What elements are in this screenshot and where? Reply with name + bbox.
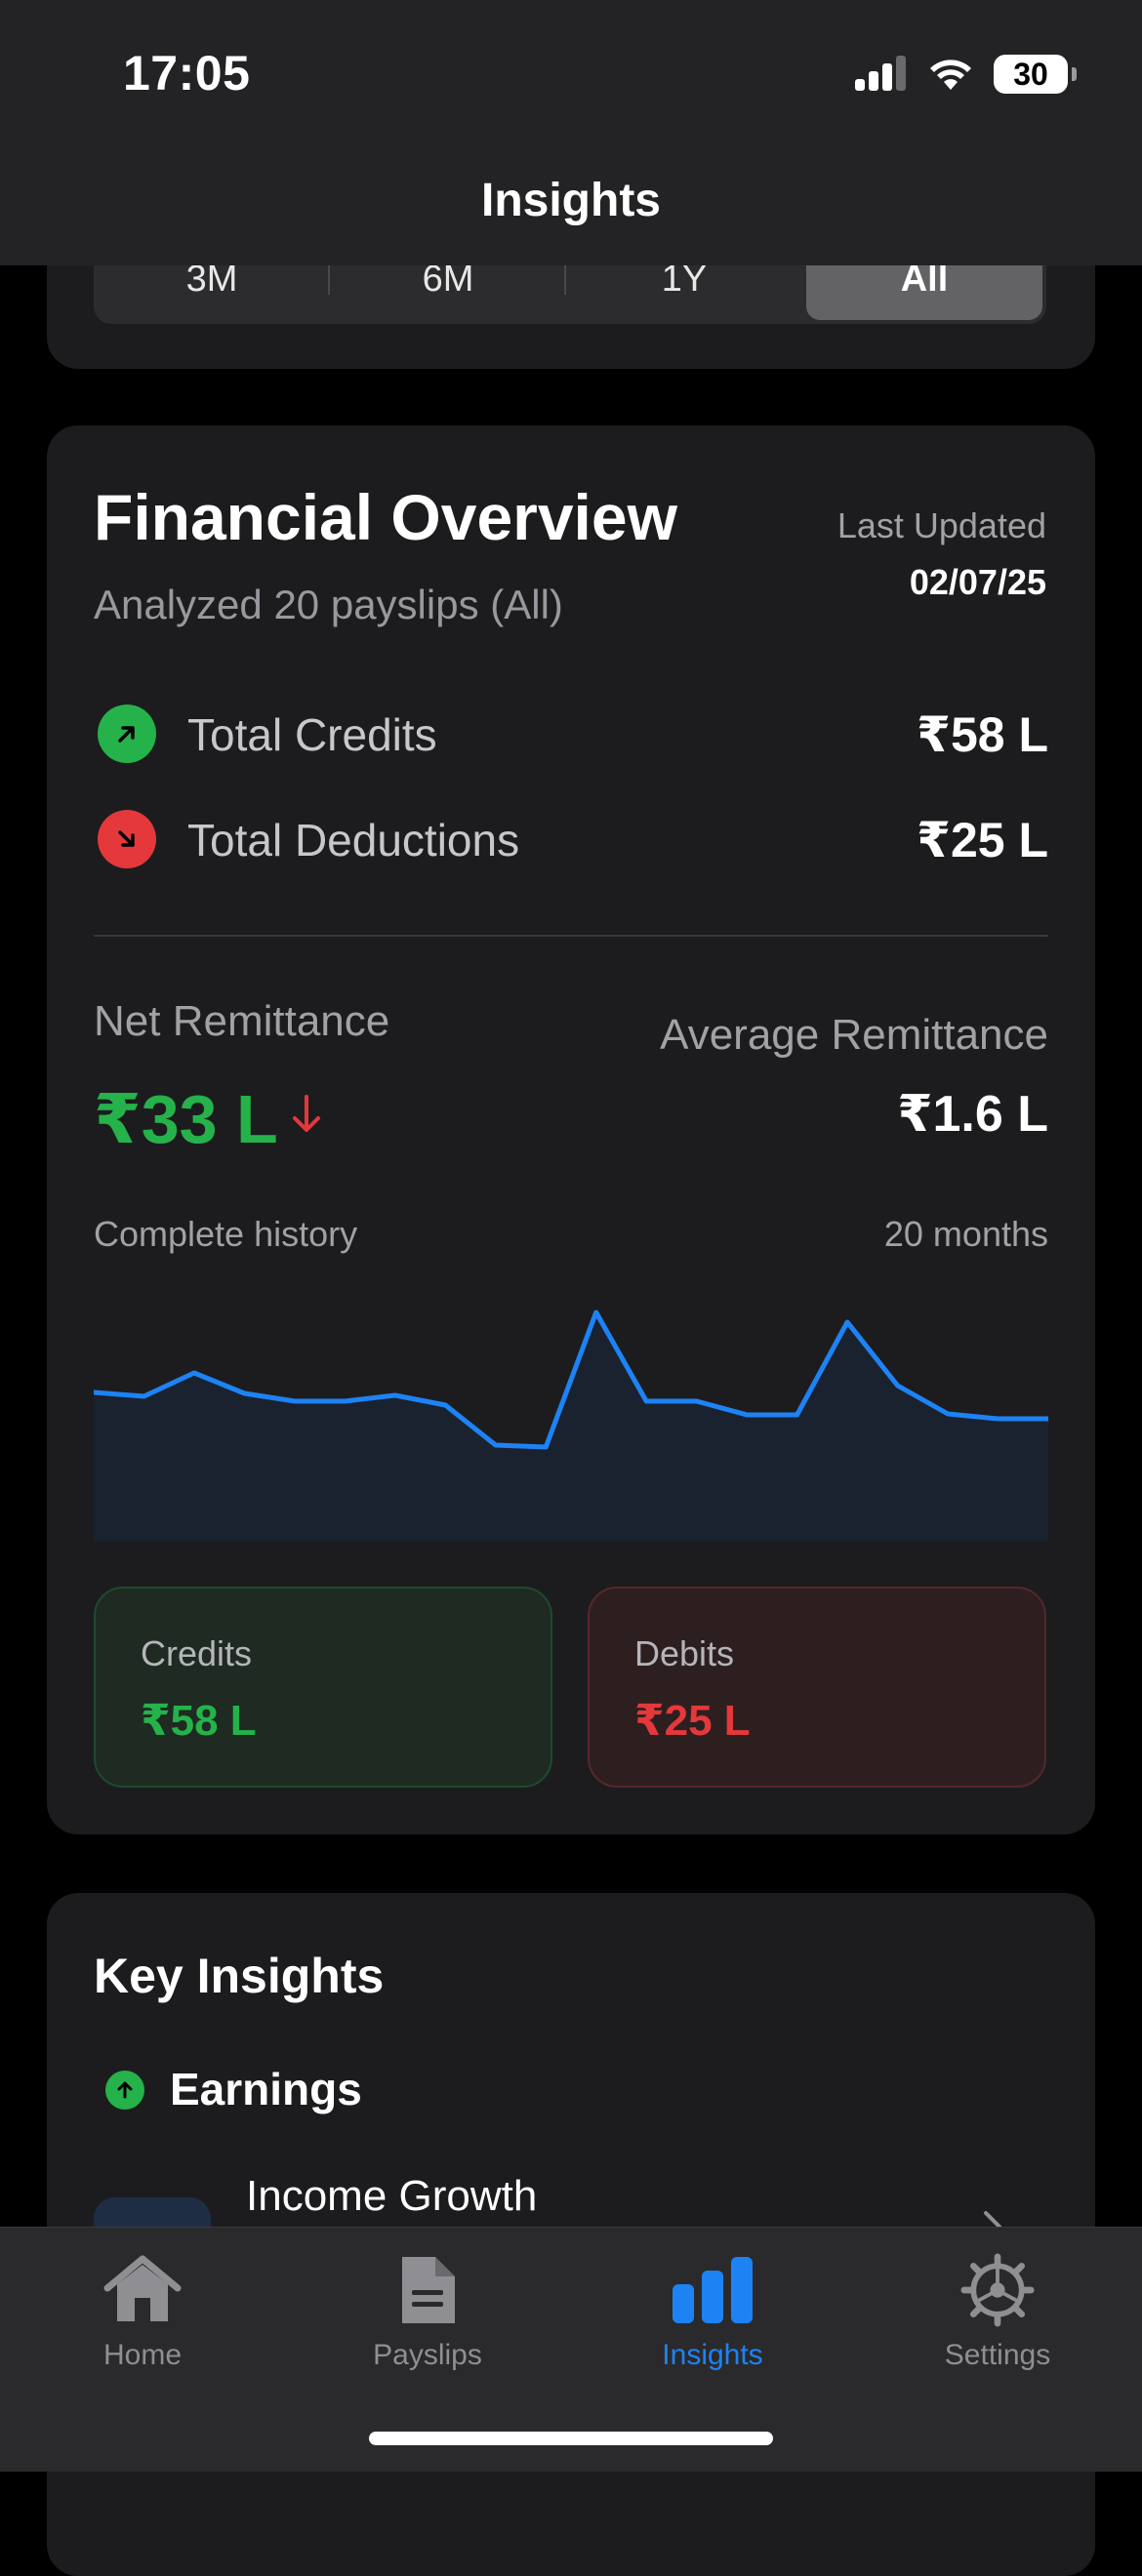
home-indicator [369,2432,773,2445]
credits-value: ₹58 L [141,1696,257,1746]
wifi-icon [927,57,974,92]
overview-subtitle: Analyzed 20 payslips (All) [94,582,563,628]
house-icon [102,2253,184,2327]
arrow-down-icon [289,1091,324,1138]
average-remittance-label: Average Remittance [660,1011,1048,1060]
status-icons: 30 [853,55,1068,94]
tab-home[interactable]: Home [45,2253,240,2372]
bar-chart-icon [669,2253,756,2327]
last-updated-label: Last Updated [837,505,1046,546]
navigation-bar: 17:05 30 Insights [0,0,1142,265]
net-remittance-label: Net Remittance [94,997,389,1046]
arrow-up-right-icon [98,704,156,763]
arrow-down-right-icon [98,810,156,868]
credits-summary-card: Credits ₹58 L [94,1587,552,1788]
tab-home-label: Home [103,2339,182,2372]
document-icon [396,2253,459,2327]
net-remittance-value: ₹33 L [94,1079,278,1159]
credits-label: Credits [141,1633,252,1674]
page-title: Insights [0,174,1142,227]
debits-value: ₹25 L [634,1696,751,1746]
chart-area-fill [94,1312,1048,1542]
earnings-section-label: Earnings [170,2063,362,2115]
tab-insights[interactable]: Insights [615,2253,810,2372]
divider [94,935,1048,937]
tab-settings[interactable]: Settings [900,2253,1095,2372]
total-credits-label: Total Credits [187,708,437,761]
tab-payslips-label: Payslips [373,2339,482,2372]
remittance-history-chart [94,1288,1048,1542]
status-time: 17:05 [123,45,250,101]
cellular-signal-icon [853,56,908,93]
overview-title: Financial Overview [94,480,677,554]
average-remittance-value: ₹1.6 L [897,1085,1048,1144]
key-insights-title: Key Insights [94,1948,384,2004]
debits-summary-card: Debits ₹25 L [588,1587,1046,1788]
income-growth-item[interactable]: Income Growth [246,2172,537,2221]
total-credits-value: ₹58 L [917,706,1048,763]
tab-payslips[interactable]: Payslips [330,2253,525,2372]
total-deductions-label: Total Deductions [187,814,519,866]
arrow-up-circle-icon [105,2071,144,2110]
debits-label: Debits [634,1633,734,1674]
tab-insights-label: Insights [662,2339,762,2372]
last-updated-date: 02/07/25 [910,562,1046,603]
history-label: Complete history [94,1214,357,1255]
months-count: 20 months [884,1214,1048,1255]
gear-icon [958,2253,1037,2327]
tab-settings-label: Settings [945,2339,1050,2372]
battery-icon: 30 [994,55,1068,94]
total-deductions-value: ₹25 L [917,812,1048,868]
